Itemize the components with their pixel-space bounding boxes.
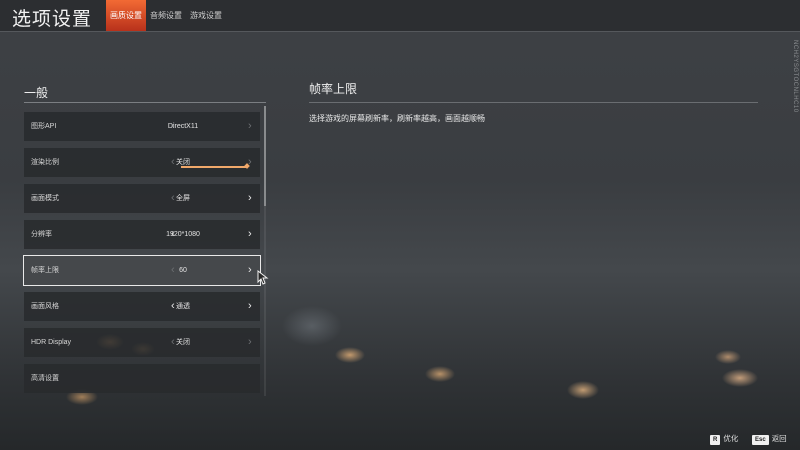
setting-value: 全屏 [176, 195, 190, 202]
hint-back[interactable]: Esc 返回 [752, 434, 787, 445]
setting-label: 渲染比例 [31, 159, 59, 166]
page-title: 选项设置 [12, 9, 93, 30]
setting-row[interactable]: 图形API ‹ DirectX11 › [24, 112, 260, 141]
setting-row[interactable]: 画面模式 ‹ 全屏 › [24, 184, 260, 213]
setting-value: 通透 [176, 303, 190, 310]
chevron-right-icon[interactable]: › [248, 292, 252, 321]
setting-value: 关闭 [176, 339, 190, 346]
setting-value: 60 [179, 267, 187, 274]
setting-row[interactable]: 渲染比例 ‹ 关闭 › [24, 148, 260, 177]
setting-value: 关闭 [176, 159, 190, 166]
section-divider [24, 102, 266, 103]
chevron-right-icon[interactable]: › [248, 112, 252, 141]
setting-row[interactable]: 高清设置 [24, 364, 260, 393]
chevron-right-icon[interactable]: › [248, 256, 252, 285]
hint-optimize-label: 优化 [723, 434, 739, 443]
chevron-right-icon[interactable]: › [248, 328, 252, 357]
setting-value: 1920*1080 [166, 231, 200, 238]
tab-game[interactable]: 游戏设置 [186, 0, 226, 31]
chevron-right-icon[interactable]: › [248, 184, 252, 213]
setting-label: HDR Display [31, 339, 72, 346]
tab-audio[interactable]: 音频设置 [146, 0, 186, 31]
setting-label: 画面风格 [31, 303, 59, 310]
setting-row[interactable]: 帧率上限 ‹ 60 › [23, 255, 261, 286]
tab-graphics[interactable]: 画质设置 [106, 0, 146, 31]
setting-label: 画面模式 [31, 195, 59, 202]
key-r-icon: R [710, 435, 721, 445]
setting-label: 分辨率 [31, 231, 52, 238]
setting-row[interactable]: 画面风格 ‹ 通透 › [24, 292, 260, 321]
chevron-right-icon[interactable]: › [248, 148, 252, 177]
hint-optimize[interactable]: R 优化 [710, 434, 738, 445]
setting-row[interactable]: HDR Display ‹ 关闭 › [24, 328, 260, 357]
setting-value: DirectX11 [167, 123, 199, 130]
section-title: 一般 [24, 86, 49, 100]
setting-row[interactable]: 分辨率 ‹ 1920*1080 › [24, 220, 260, 249]
detail-divider [309, 102, 758, 103]
hint-back-label: 返回 [771, 434, 787, 443]
setting-label: 高清设置 [31, 375, 59, 382]
mouse-pointer-icon [257, 270, 269, 285]
slider-fill [181, 166, 247, 168]
chevron-right-icon[interactable]: › [248, 220, 252, 249]
render-scale-slider[interactable] [181, 163, 250, 169]
detail-description: 选择游戏的屏幕刷新率，刷新率越高，画面越顺畅 [309, 114, 485, 123]
top-bar: 选项设置 画质设置 音频设置 游戏设置 [0, 0, 800, 32]
key-esc-icon: Esc [752, 435, 769, 445]
setting-label: 图形API [31, 123, 57, 130]
version-id: NCH2YSGTOCNLHC10 [792, 40, 798, 113]
scrollbar-thumb[interactable] [264, 106, 266, 206]
detail-title: 帧率上限 [309, 82, 358, 96]
setting-label: 帧率上限 [31, 267, 59, 274]
